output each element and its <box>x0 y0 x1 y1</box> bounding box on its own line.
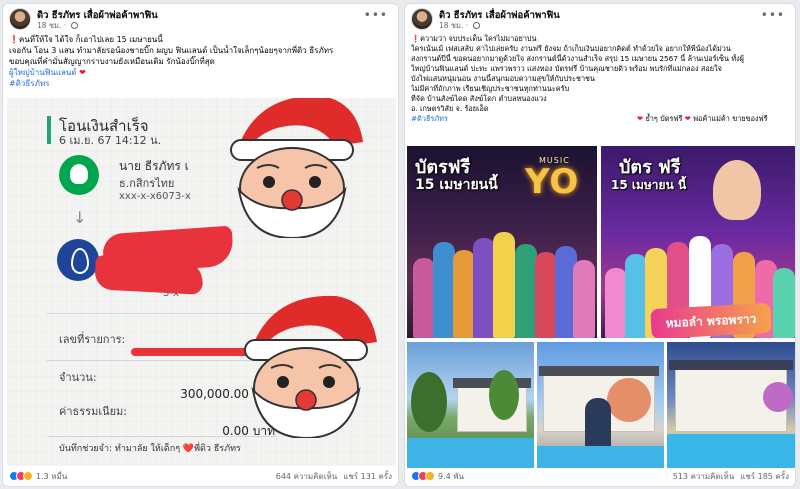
poster-date: 15 เมษายนนี้ <box>415 177 498 193</box>
haha-reaction-icon <box>23 471 33 481</box>
heart-icon: ❤ <box>637 114 644 123</box>
post-footer: 9.4 พัน 513 ความคิดเห็น แชร์ 185 ครั้ง <box>405 465 795 486</box>
post-text-line: ใครเน้นเม้ เฟสเสลับ ค่าไปเล่ยครับ งานฟรี… <box>411 44 731 53</box>
concert-poster-image[interactable]: บัตร ฟรี 15 เมษายน นี้ หมอลำ พรอพราว <box>601 146 795 338</box>
post-text: ❗ความว่า จบประเด็น ใครไม่มาอย่าบ่น ใครเน… <box>411 34 787 124</box>
post-footer: 1.3 หมื่น 644 ความคิดเห็น แชร์ 131 ครั้ง <box>3 465 398 486</box>
post-header: ดิว ธีรภัทร เสื่อผ้าพ่อค้าพาฟิน 18 ชม. ·… <box>9 8 392 32</box>
house-photo[interactable] <box>667 342 795 468</box>
ref-label: เลขที่รายการ: <box>59 333 126 346</box>
poster-date: 15 เมษายน นี้ <box>611 178 687 192</box>
post-text-line: ขอบคุณที่คำมั่นสัญญากราบงามยังเหมือนเดิม… <box>9 57 215 66</box>
haha-reaction-icon <box>425 471 435 481</box>
heart-icon: ❤ <box>79 68 86 77</box>
exclamation-icon: ❗ <box>9 35 19 44</box>
bbl-logo-icon <box>57 239 99 281</box>
reaction-summary[interactable]: 9.4 พัน <box>411 470 464 483</box>
arrow-down-icon: ↓ <box>73 208 87 227</box>
more-options-icon[interactable]: ••• <box>364 8 388 22</box>
more-options-icon[interactable]: ••• <box>761 8 785 22</box>
poster-title: YO <box>525 162 580 202</box>
post-card: ดิว ธีรภัทร เสื่อผ้าพ่อค้าพาฟิน 18 ชม. ·… <box>2 3 399 487</box>
transfer-slip-image[interactable]: โอนเงินสำเร็จ 6 เม.ย. 67 14:12 น. นาย ธี… <box>7 98 396 466</box>
performers-group <box>407 230 597 338</box>
post-header: ดิว ธีรภัทร เสื่อผ้าพ่อค้าพาฟิน 18 ชม. ·… <box>411 8 789 32</box>
post-text-line: สงกรานต์ปีนี้ ขอคนอยากมาดูด้วยใจ สงกรานต… <box>411 54 744 63</box>
hashtag-link[interactable]: #ดิวธีรภัทร <box>411 114 448 123</box>
post-time: 18 ชม. · <box>439 20 480 32</box>
sender-account: xxx-x-x6073-x <box>119 191 191 202</box>
slip-accent-bar <box>47 116 51 144</box>
reaction-summary[interactable]: 1.3 หมื่น <box>9 470 67 483</box>
concert-poster-image[interactable]: บัตรฟรี 15 เมษายนนี้ MUSIC YO <box>407 146 597 338</box>
comments-count[interactable]: 644 ความคิดเห็น <box>276 472 337 481</box>
shares-count[interactable]: แชร์ 131 ครั้ง <box>343 472 392 481</box>
post-stats: 513 ความคิดเห็น แชร์ 185 ครั้ง <box>667 470 789 483</box>
amount-label: จำนวน: <box>59 371 97 384</box>
show-logo: หมอลำ พรอพราว <box>650 302 772 338</box>
santa-sticker-icon <box>244 295 377 438</box>
shares-count[interactable]: แชร์ 185 ครั้ง <box>740 472 789 481</box>
globe-icon <box>70 22 78 29</box>
comments-count[interactable]: 513 ความคิดเห็น <box>673 472 734 481</box>
hashtag-link[interactable]: #ดิวธีรภัทร <box>9 79 49 88</box>
santa-sticker-icon <box>230 98 363 238</box>
inline-text: ย้ำๆ บัตรฟรี <box>645 114 683 123</box>
post-text-line: เจอกัน โอน 3 แสน ทำมาลัยรอน้องชายบิ๊ก ผญ… <box>9 46 334 55</box>
post-text: ❗คนที่ให้ใจ ได้ใจ ก็เอาไปเลย 15 เมษายนนี… <box>9 34 390 89</box>
sender-bank: ธ.กสิกรไทย <box>119 177 175 190</box>
kbank-logo-icon <box>59 155 99 195</box>
post-text-line: ใหญ่บ้านฟินแลนด์ ปะทะ แพรวพราว แสงทอง บั… <box>411 64 722 73</box>
inline-text-2: พ่อค้าแม่ค้า ขายของฟรี <box>693 114 768 123</box>
post-text-line: คนที่ให้ใจ ได้ใจ ก็เอาไปเลย 15 เมษายนนี้ <box>18 35 163 44</box>
redaction-mark <box>94 255 204 295</box>
avatar[interactable] <box>411 8 433 30</box>
mention-link[interactable]: ผู้ใหญ่บ้านฟินแลนด์ <box>9 68 77 77</box>
singer-portrait <box>713 160 761 220</box>
reaction-count: 1.3 หมื่น <box>36 472 68 481</box>
avatar[interactable] <box>9 8 31 30</box>
house-photo[interactable] <box>407 342 534 468</box>
post-text-line: อ. เกษตรวิสัย จ. ร้อยเอ็ด <box>411 104 489 113</box>
inline-note: ❤ ย้ำๆ บัตรฟรี ❤ พ่อค้าแม่ค้า ขายของฟรี <box>637 114 768 125</box>
post-time: 18 ชม. · <box>37 20 78 32</box>
post-text-line: ไม่มีค่าที่ถักภาพ เรียนเชิญประชาชนทุกท่า… <box>411 84 570 93</box>
reaction-count: 9.4 พัน <box>438 472 465 481</box>
globe-icon <box>472 22 480 29</box>
slip-datetime: 6 เม.ย. 67 14:12 น. <box>59 134 162 147</box>
post-stats: 644 ความคิดเห็น แชร์ 131 ครั้ง <box>270 470 392 483</box>
slip-memo: บันทึกช่วยจำ: ทำมาลัย ให้เด็กๆ ❤️พี่ดิว … <box>59 444 241 454</box>
fee-label: ค่าธรรมเนียม: <box>59 405 127 418</box>
post-text-line: ความว่า จบประเด็น ใครไม่มาอย่าบ่น <box>420 34 537 43</box>
post-card: ดิว ธีรภัทร เสื่อผ้าพ่อค้าพาฟิน 18 ชม. ·… <box>404 3 796 487</box>
exclamation-icon: ❗ <box>411 34 421 43</box>
timestamp[interactable]: 18 ชม. <box>37 21 61 30</box>
timestamp[interactable]: 18 ชม. <box>439 21 463 30</box>
house-photo[interactable] <box>537 342 664 468</box>
post-text-line: บังไฟแสนหนุ่มนอน งานนี้สนุกมอบความสุขให้… <box>411 74 595 83</box>
heart-icon: ❤ <box>684 114 691 123</box>
post-text-line: ที่จัด บ้านสังฆ์ไดด สังฆ์โดก ตำบลหนองแวง <box>411 94 547 103</box>
